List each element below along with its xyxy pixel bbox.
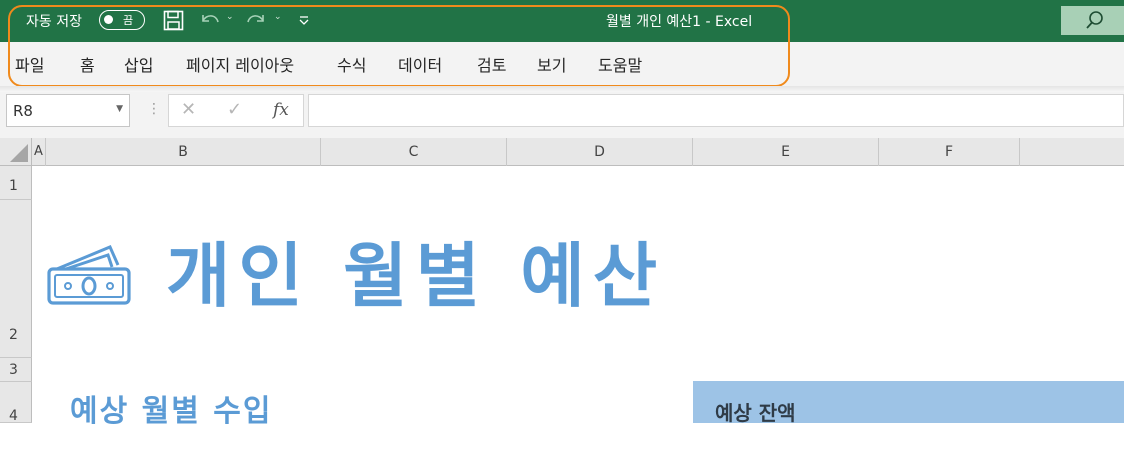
name-box-dropdown-icon[interactable]: ▼ xyxy=(116,104,123,114)
row-header-4[interactable]: 4 xyxy=(0,382,32,424)
tab-data[interactable]: 데이터 xyxy=(398,52,442,76)
row-header-1[interactable]: 1 xyxy=(0,166,32,200)
enter-icon[interactable]: ✓ xyxy=(227,99,242,120)
redo-icon[interactable] xyxy=(245,9,267,31)
customize-qat-icon[interactable] xyxy=(298,9,310,31)
search-box[interactable] xyxy=(1061,6,1124,35)
tab-view[interactable]: 보기 xyxy=(537,52,566,76)
balance-box: 예상 잔액 xyxy=(693,381,1124,425)
row-header-2[interactable]: 2 xyxy=(0,200,32,358)
tab-file[interactable]: 파일 xyxy=(15,52,44,76)
tab-insert[interactable]: 삽입 xyxy=(124,52,153,76)
redo-dropdown-icon[interactable]: ⌄ xyxy=(274,12,282,22)
document-title: 월별 개인 예산1 - Excel xyxy=(606,14,753,30)
formula-buttons: ✕ ✓ fx xyxy=(168,94,304,127)
name-box-value: R8 xyxy=(13,102,33,120)
income-section-title: 예상 월별 수입 xyxy=(70,394,273,429)
formula-input[interactable] xyxy=(308,94,1124,127)
column-header-e[interactable]: E xyxy=(693,138,879,166)
column-header-c[interactable]: C xyxy=(321,138,507,166)
insert-function-icon[interactable]: fx xyxy=(273,100,289,120)
toggle-knob xyxy=(104,15,113,24)
tab-page-layout[interactable]: 페이지 레이아웃 xyxy=(186,52,294,76)
formula-bar-grip-icon[interactable]: ⋮ xyxy=(147,101,161,117)
sheet-title: 개인 월별 예산 xyxy=(166,235,666,317)
tab-help[interactable]: 도움말 xyxy=(598,52,642,76)
formula-bar: R8 ▼ ⋮ ✕ ✓ fx xyxy=(0,92,1124,138)
autosave-state: 끔 xyxy=(123,14,134,27)
select-all-button[interactable] xyxy=(0,138,32,166)
balance-label: 예상 잔액 xyxy=(715,401,796,425)
undo-dropdown-icon[interactable]: ⌄ xyxy=(226,12,234,22)
select-all-triangle-icon xyxy=(10,144,28,162)
column-header-a[interactable]: A xyxy=(32,138,46,166)
cancel-icon[interactable]: ✕ xyxy=(181,99,196,120)
title-bar: 자동 저장 끔 ⌄ ⌄ 월별 개인 예산1 - Excel xyxy=(0,0,1124,42)
column-header-b[interactable]: B xyxy=(46,138,321,166)
ribbon-tabs: 파일 홈 삽입 페이지 레이아웃 수식 데이터 검토 보기 도움말 xyxy=(0,42,1124,87)
autosave-toggle[interactable]: 끔 xyxy=(99,10,145,30)
tab-home[interactable]: 홈 xyxy=(80,52,95,76)
autosave-label: 자동 저장 xyxy=(26,14,82,30)
name-box[interactable]: R8 ▼ xyxy=(6,94,130,127)
tab-review[interactable]: 검토 xyxy=(477,52,506,76)
column-header-f[interactable]: F xyxy=(879,138,1020,166)
undo-icon[interactable] xyxy=(199,9,221,31)
money-icon xyxy=(46,245,132,309)
search-icon xyxy=(1085,10,1105,34)
column-header-d[interactable]: D xyxy=(507,138,693,166)
row-header-3[interactable]: 3 xyxy=(0,358,32,382)
save-icon[interactable] xyxy=(163,9,184,31)
tab-formulas[interactable]: 수식 xyxy=(337,52,366,76)
